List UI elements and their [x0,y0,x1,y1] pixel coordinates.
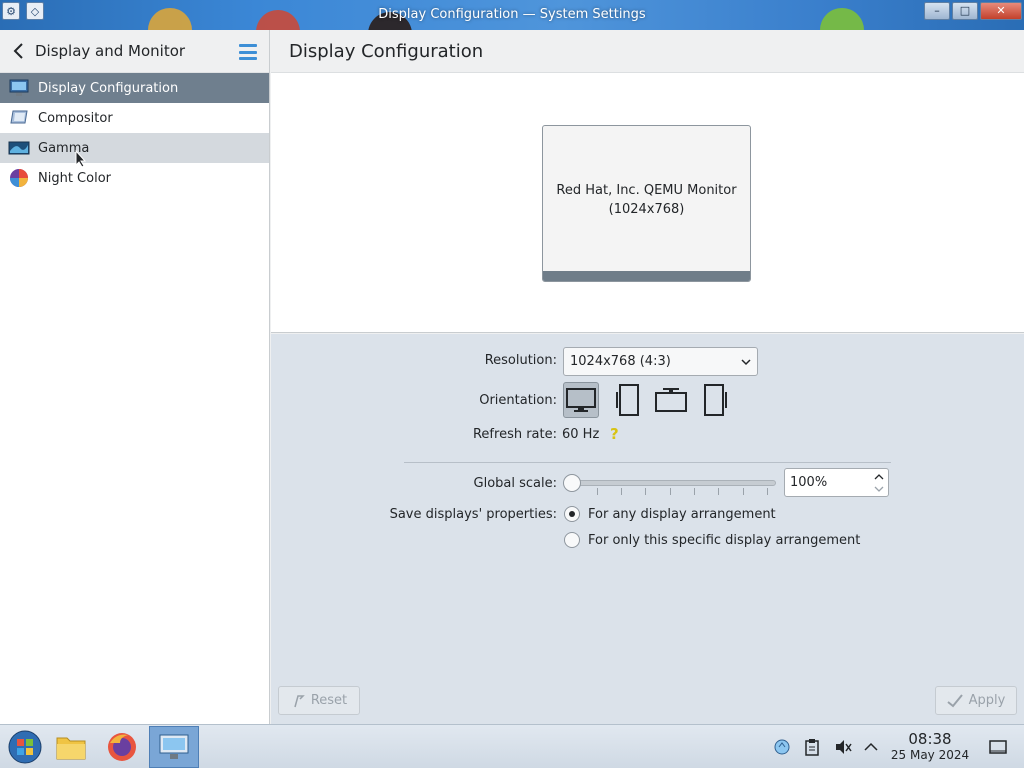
orientation-landscape-flipped-button[interactable] [653,382,689,418]
refresh-rate-label: Refresh rate: [472,427,557,442]
refresh-rate-value: 60 Hz [562,427,600,442]
system-settings-icon [159,734,189,759]
sidebar-item-compositor[interactable]: Compositor [0,103,269,133]
monitor-resolution: (1024x768) [608,202,685,217]
global-scale-spinbox[interactable]: 100% [784,468,889,497]
section-divider [404,462,891,463]
start-icon [8,730,42,764]
clock-date: 25 May 2024 [890,748,970,762]
global-scale-slider[interactable] [571,480,776,486]
window-titlebar[interactable]: ⚙ ◇ Display Configuration — System Setti… [0,0,1024,30]
sidebar: Display and Monitor Display Configuratio… [0,30,270,724]
radio-specific-arrangement[interactable] [564,532,580,548]
window-title: Display Configuration — System Settings [378,7,646,22]
orientation-portrait-right-button[interactable] [698,382,734,418]
chevron-down-icon [741,359,751,366]
slider-tick [621,488,622,495]
start-button[interactable] [0,726,50,768]
sidebar-item-label: Compositor [38,110,113,126]
monitor-arrangement-area: Red Hat, Inc. QEMU Monitor (1024x768) [271,73,1024,333]
spin-arrows-icon[interactable] [873,471,885,495]
window-controls: – □ ✕ [924,2,1022,20]
reset-icon [294,694,305,707]
resolution-value: 1024x768 (4:3) [570,354,671,369]
monitor-label: Red Hat, Inc. QEMU Monitor (1024x768) [543,181,750,219]
mouse-cursor-icon [75,150,87,168]
sidebar-item-display-configuration[interactable]: Display Configuration [0,73,269,103]
slider-tick [597,488,598,495]
help-icon[interactable]: ? [610,425,626,443]
show-desktop-icon[interactable] [988,737,1008,757]
sidebar-header: Display and Monitor [0,30,269,73]
monitor-tile[interactable]: Red Hat, Inc. QEMU Monitor (1024x768) [542,125,751,282]
slider-tick [670,488,671,495]
orientation-landscape-button[interactable] [563,382,599,418]
portrait-left-icon [616,384,639,416]
orientation-label: Orientation: [479,393,557,408]
back-arrow-icon[interactable] [10,42,28,60]
radio-any-arrangement-label[interactable]: For any display arrangement [588,507,776,522]
clock[interactable]: 08:38 25 May 2024 [885,731,975,763]
radio-specific-arrangement-label[interactable]: For only this specific display arrangeme… [588,533,860,548]
sidebar-item-label: Display Configuration [38,80,179,96]
file-manager-icon [56,737,86,760]
reset-label: Reset [310,693,348,708]
hamburger-menu-icon[interactable] [239,44,257,60]
slider-tick [718,488,719,495]
portrait-right-icon [704,384,727,416]
sidebar-item-label: Night Color [38,170,111,186]
monitor-name: Red Hat, Inc. QEMU Monitor [556,183,737,198]
sidebar-item-gamma[interactable]: Gamma [0,133,269,163]
sidebar-title: Display and Monitor [35,42,186,60]
sidebar-item-night-color[interactable]: Night Color [0,163,269,193]
global-scale-value: 100% [790,475,828,490]
gamma-icon [8,138,30,158]
slider-tick [767,488,768,495]
firefox-icon [108,733,136,761]
chevron-up-icon[interactable] [861,737,881,757]
global-scale-slider-handle[interactable] [563,474,581,492]
monitor-tile-bar [543,271,750,281]
save-properties-label: Save displays' properties: [389,507,557,522]
display-icon [8,78,30,98]
taskbar: 08:38 25 May 2024 [0,724,1024,768]
close-button[interactable]: ✕ [980,2,1022,20]
slider-tick [743,488,744,495]
display-settings-panel: Resolution: 1024x768 (4:3) Orientation: … [271,334,1024,724]
radio-any-arrangement[interactable] [564,506,580,522]
global-scale-label: Global scale: [473,476,557,491]
apply-label: Apply [968,693,1006,708]
slider-tick [645,488,646,495]
orientation-portrait-left-button[interactable] [609,382,645,418]
resolution-label: Resolution: [484,353,557,368]
file-manager-button[interactable] [46,726,96,768]
clock-time: 08:38 [908,730,952,748]
landscape-icon [566,388,596,412]
system-settings-button[interactable] [149,726,199,768]
page-title: Display Configuration [289,40,484,62]
slider-tick [694,488,695,495]
minimize-button[interactable]: – [924,2,950,20]
apply-button[interactable]: Apply [935,686,1017,715]
landscape-flipped-icon [655,388,687,412]
network-icon[interactable] [772,737,792,757]
compositor-icon [8,108,30,128]
night-color-icon [8,168,30,188]
clipboard-icon[interactable] [802,737,822,757]
volume-muted-icon[interactable] [833,737,853,757]
firefox-button[interactable] [97,726,147,768]
reset-button[interactable]: Reset [278,686,360,715]
resolution-dropdown[interactable]: 1024x768 (4:3) [563,347,758,376]
page-header: Display Configuration [271,30,1024,73]
checkmark-icon [947,693,963,707]
maximize-button[interactable]: □ [952,2,978,20]
